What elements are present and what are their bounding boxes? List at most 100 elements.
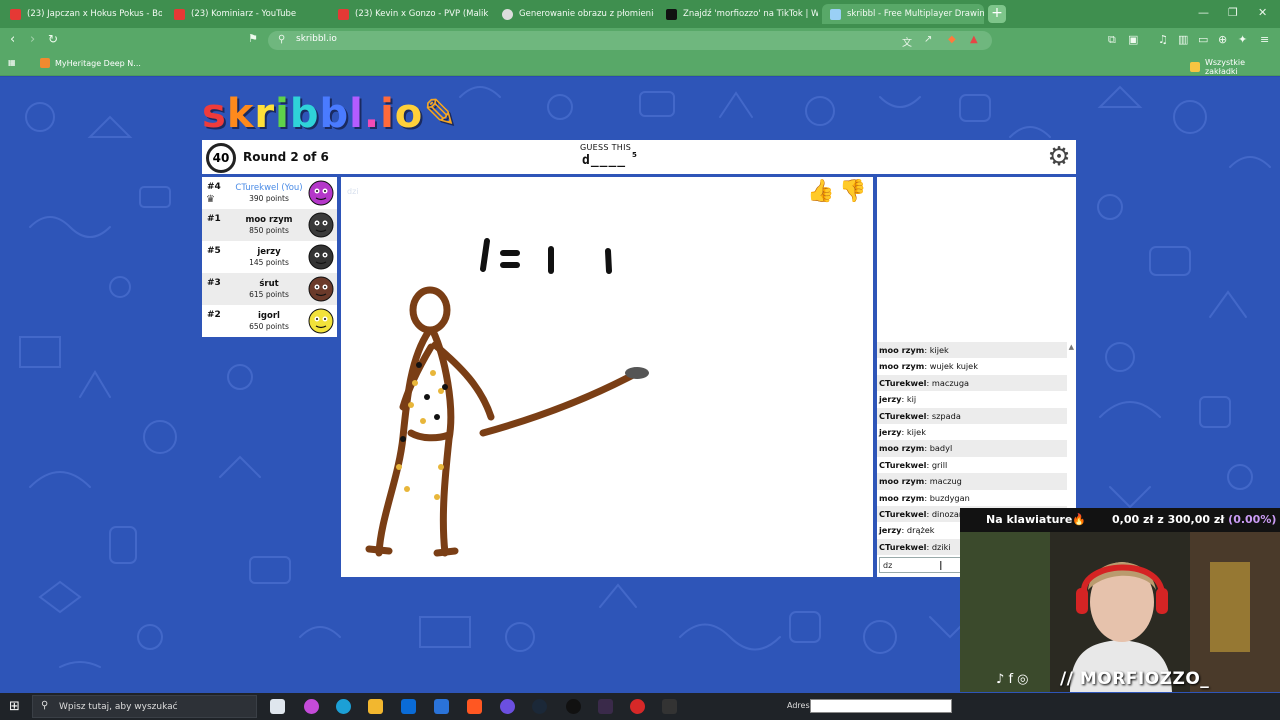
youtube-icon (10, 8, 21, 20)
browser-tab[interactable]: Generowanie obrazu z płomieniem (494, 4, 654, 24)
player-row[interactable]: #4 CTurekwel (You) 390 points ♛ (202, 177, 337, 209)
goal-title: Na klawiature🔥 (986, 513, 1086, 526)
sidebar-icon[interactable]: ▣ (1128, 33, 1138, 46)
youtube-icon (174, 8, 185, 20)
browser-tab[interactable]: (23) Kominiarz - YouTube (166, 4, 326, 24)
forward-icon[interactable]: › (30, 32, 35, 47)
browser-tab[interactable]: Znajdź 'morfiozzo' na TikTok | Wyszu (658, 4, 818, 24)
chat-message: jerzy: kij (877, 391, 1067, 407)
brave-icon[interactable] (467, 699, 482, 714)
file-explorer-icon[interactable] (368, 699, 383, 714)
goal-percent: (0.00%) (1228, 513, 1277, 526)
browser-toolbar: ‹ › ↻ ⚑ ⚲ skribbl.io 文 ↗ ◆ ▲ ⧉ ▣ ♫ ▥ ▭ ⊕… (0, 28, 1280, 52)
social-media-icons: ♪ f ◎ (996, 672, 1029, 687)
apps-grid-icon[interactable]: ▦ (8, 58, 16, 67)
chat-message: moo rzym: maczug (877, 473, 1067, 490)
scroll-up-icon[interactable]: ▲ (1069, 343, 1074, 351)
chat-username: moo rzym (879, 492, 925, 503)
chat-text: maczuga (931, 377, 970, 388)
player-points: 850 points (249, 226, 289, 235)
browser-tab[interactable]: (23) Kevin x Gonzo - PVP (Malik Mon (330, 4, 490, 24)
thumbs-up-icon[interactable]: 👍 (807, 179, 835, 211)
maximize-icon[interactable]: ❐ (1228, 6, 1238, 19)
brave-shield-icon[interactable]: ◆ (948, 34, 956, 45)
all-bookmarks[interactable]: Wszystkie zakładki (1190, 58, 1280, 76)
share-icon[interactable]: ↗ (924, 34, 932, 45)
thumbs-down-icon[interactable]: 👎 (839, 179, 867, 211)
chat-username: jerzy (879, 394, 902, 405)
chat-message: moo rzym: wujek kujek (877, 358, 1067, 374)
goal-amount: 0,00 zł (1112, 513, 1154, 526)
menu-icon[interactable]: ≡ (1260, 33, 1269, 46)
app-red-icon[interactable] (630, 699, 645, 714)
settings-gear-icon[interactable]: ⚙ (1044, 142, 1074, 172)
player-row[interactable]: #1 moo rzym 850 points (202, 209, 337, 241)
leo-icon[interactable]: ✦ (1238, 33, 1247, 46)
bookmark-icon[interactable]: ⚑ (248, 32, 258, 45)
reading-list-icon[interactable]: ▥ (1178, 33, 1188, 46)
player-name: moo rzym (245, 215, 293, 225)
address-bar[interactable]: ⚲ skribbl.io 文 ↗ ◆ ▲ (268, 31, 992, 50)
obs-icon[interactable] (566, 699, 581, 714)
close-window-icon[interactable]: ✕ (1258, 6, 1267, 19)
reload-icon[interactable]: ↻ (48, 32, 58, 46)
goal-progress: 0,00 zł z 300,00 zł (0.00%) (1112, 513, 1276, 526)
chat-text: kij (906, 394, 917, 405)
translate-icon[interactable]: 文 (902, 34, 912, 49)
player-row[interactable]: #3 śrut 615 points (202, 273, 337, 305)
player-points: 390 points (249, 194, 289, 203)
task-view-icon[interactable] (270, 699, 285, 714)
browser-tab-active[interactable]: skribbl - Free Multiplayer Drawin ✕ (822, 4, 984, 24)
wallet-icon[interactable]: ▭ (1198, 33, 1208, 46)
steam-icon[interactable] (532, 699, 547, 714)
chat-username: moo rzym (879, 361, 925, 372)
site-info-icon[interactable]: ⚲ (278, 34, 285, 45)
player-row[interactable]: #2 igorl 650 points (202, 305, 337, 337)
skribbl-icon (830, 8, 841, 20)
windows-start-icon[interactable]: ⊞ (9, 699, 20, 714)
vpn-icon[interactable]: ⊕ (1218, 33, 1227, 46)
back-icon[interactable]: ‹ (10, 32, 15, 47)
chat-message: moo rzym: badyl (877, 440, 1067, 457)
tab-title: skribbl - Free Multiplayer Drawin (847, 9, 984, 19)
chat-text: szpada (931, 410, 961, 421)
player-rank: #5 (207, 246, 221, 256)
goal-of: z (1157, 513, 1164, 526)
game-top-bar: 40 Round 2 of 6 GUESS THIS d____ 5 ⚙ (202, 140, 1076, 174)
tab-title: (23) Kominiarz - YouTube (191, 9, 297, 19)
chat-text: maczug (929, 476, 962, 487)
chat-text: kijek (906, 426, 926, 437)
store-icon[interactable] (434, 699, 449, 714)
app-dark-icon[interactable] (662, 699, 677, 714)
bookmark-item[interactable]: MyHeritage Deep N... (40, 58, 141, 68)
tiktok-icon (666, 8, 677, 20)
minimize-icon[interactable]: — (1198, 6, 1209, 19)
chat-message: jerzy: kijek (877, 424, 1067, 440)
extensions-icon[interactable]: ⧉ (1108, 33, 1116, 47)
discord-icon[interactable] (500, 699, 515, 714)
browser-tab[interactable]: (23) Japczan x Hokus Pokus - Bo (2, 4, 162, 24)
chat-username: CTurekwel (879, 410, 927, 421)
goal-target: 300,00 zł (1167, 513, 1225, 526)
chat-input[interactable] (879, 557, 961, 573)
player-points: 650 points (249, 322, 289, 331)
drawing-canvas[interactable]: dzi 👍 👎 (341, 177, 873, 577)
taskbar-search[interactable]: ⚲ Wpisz tutaj, aby wyszukać (32, 695, 257, 718)
player-name: CTurekwel (You) (235, 183, 303, 193)
edge-icon[interactable] (336, 699, 351, 714)
player-row[interactable]: #5 jerzy 145 points (202, 241, 337, 273)
rewards-icon[interactable]: ▲ (970, 34, 978, 45)
chat-username: moo rzym (879, 345, 925, 355)
copilot-icon[interactable] (304, 699, 319, 714)
address-toolbar-input[interactable] (810, 699, 952, 713)
app-icon[interactable] (598, 699, 613, 714)
player-list: #4 CTurekwel (You) 390 points ♛ #1 moo rzym 85… (202, 177, 337, 337)
timer-value: 40 (212, 151, 230, 165)
outlook-icon[interactable] (401, 699, 416, 714)
youtube-icon (338, 8, 349, 20)
new-tab-button[interactable]: + (988, 5, 1006, 23)
openai-icon (502, 8, 513, 20)
media-icon[interactable]: ♫ (1158, 33, 1168, 46)
chat-username: CTurekwel (879, 377, 927, 388)
chat-username: CTurekwel (879, 541, 927, 552)
